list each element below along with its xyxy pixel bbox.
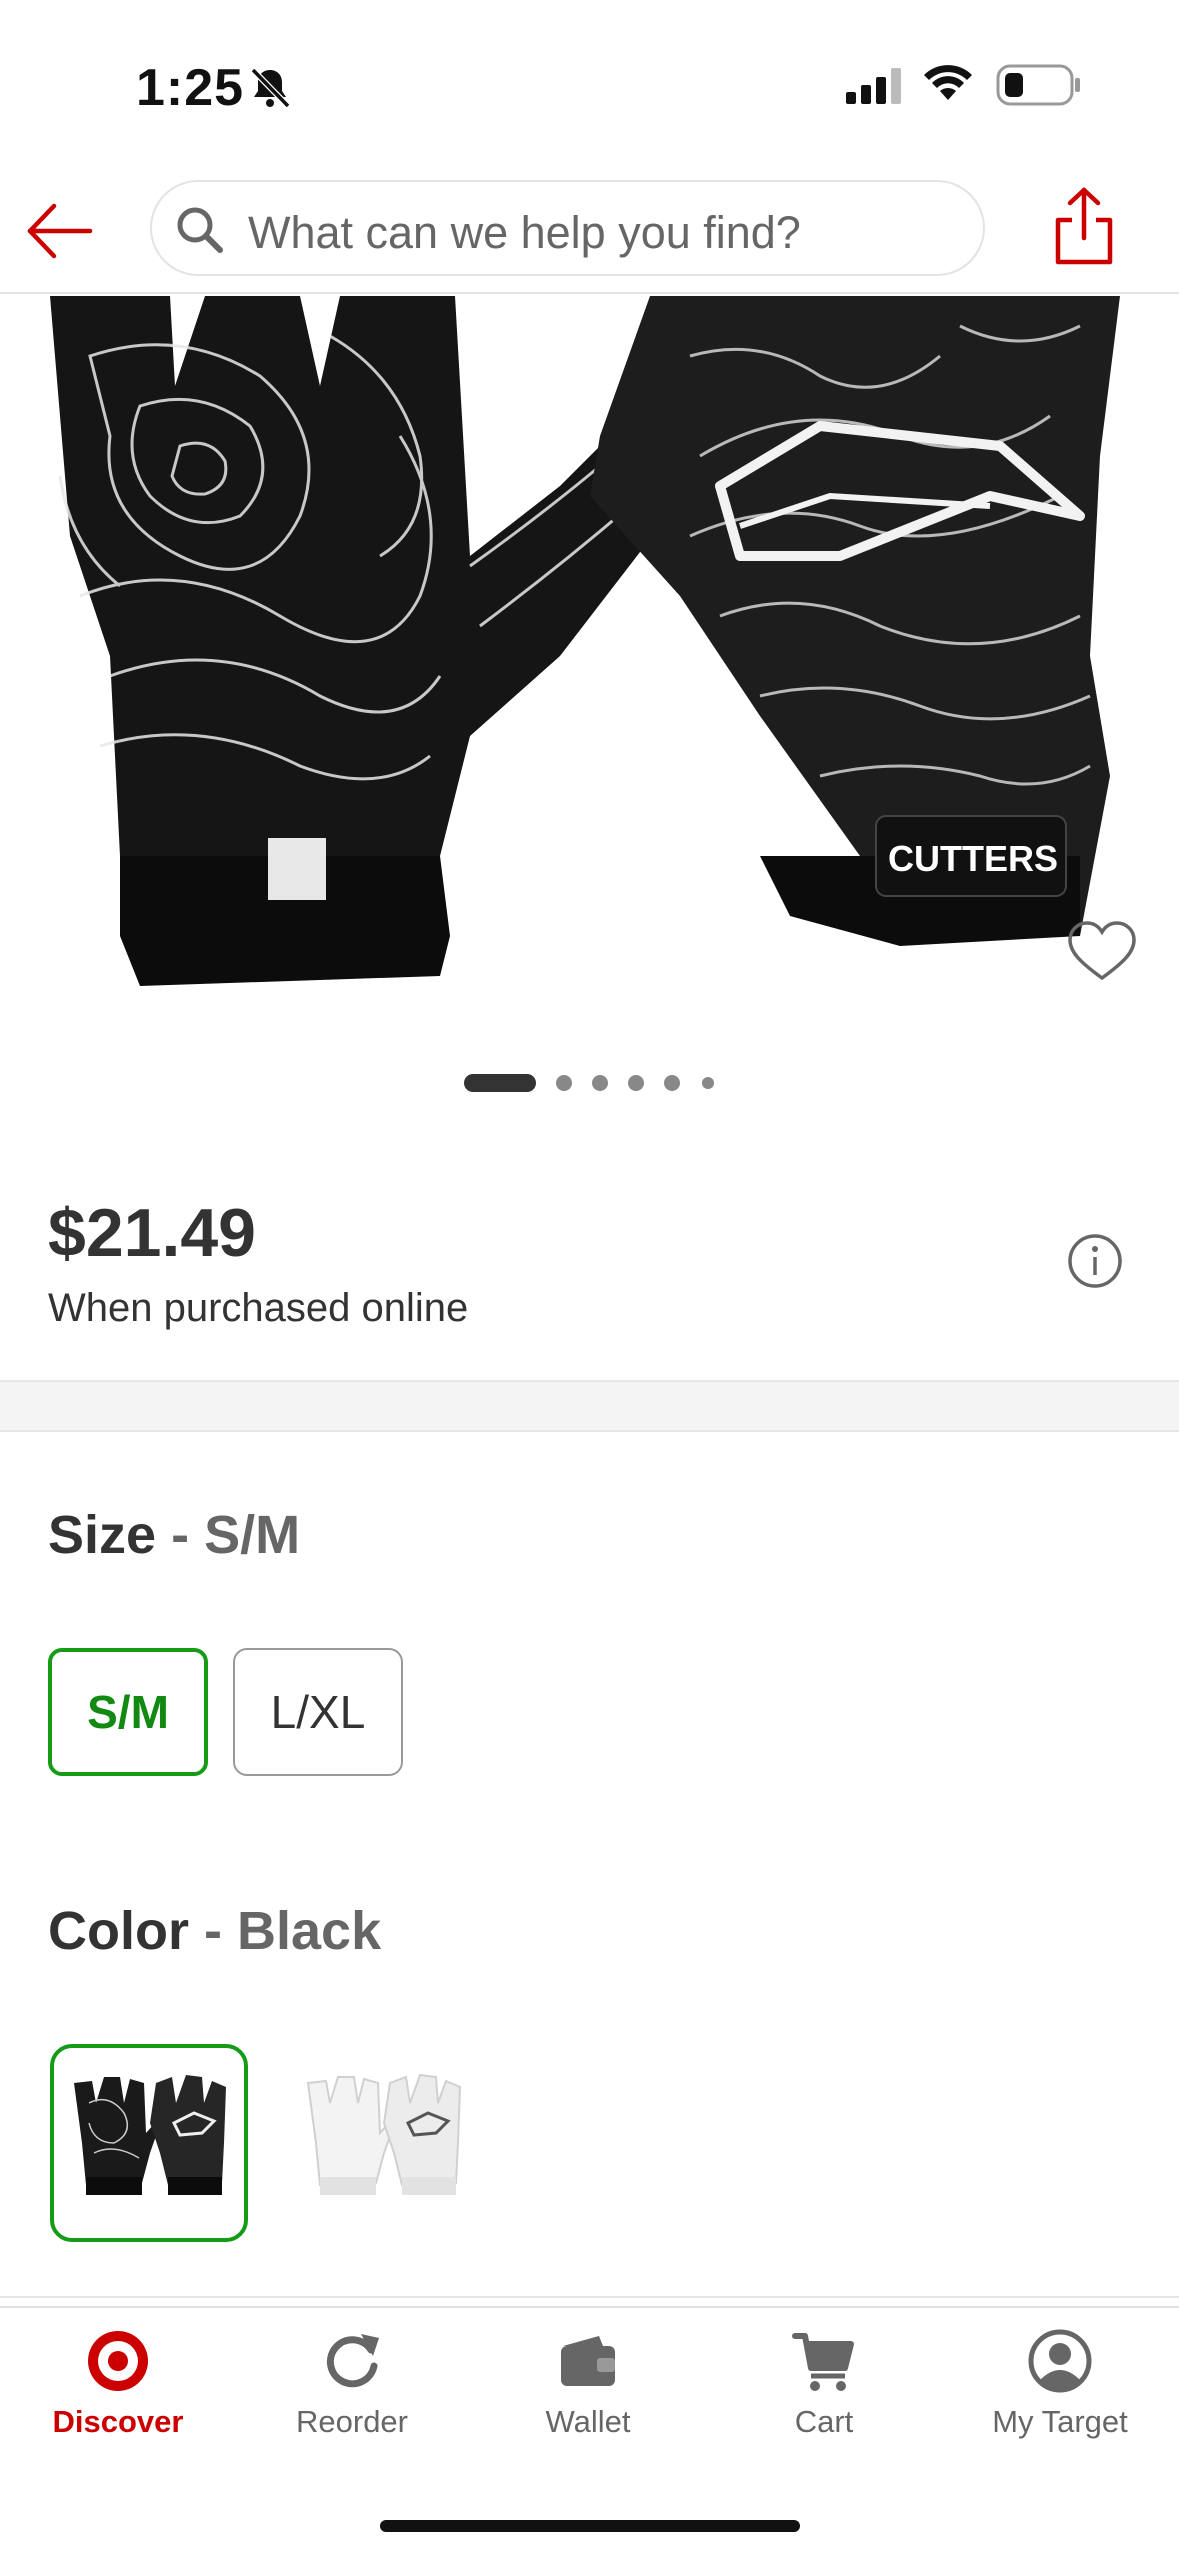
product-price: $21.49 — [48, 1195, 256, 1271]
home-indicator[interactable] — [380, 2520, 800, 2532]
product-image-gloves: CUTTERS — [50, 296, 1120, 986]
status-bar: 1:25 — [0, 0, 1179, 170]
tab-wallet[interactable]: Wallet — [478, 2328, 698, 2488]
tab-discover[interactable]: Discover — [8, 2328, 228, 2488]
pager-dot[interactable] — [664, 1075, 680, 1091]
status-time: 1:25 — [136, 59, 245, 117]
pager-dot[interactable] — [556, 1075, 572, 1091]
pager-dot[interactable] — [628, 1075, 644, 1091]
color-label: Color — [48, 1901, 189, 1961]
size-heading: Size - S/M — [48, 1504, 300, 1566]
profile-icon — [1028, 2329, 1092, 2393]
size-label: Size — [48, 1505, 157, 1565]
bottom-tab-bar: Discover Reorder Wallet Cart My Target — [0, 2306, 1179, 2556]
search-input[interactable]: What can we help you find? — [150, 180, 985, 276]
tab-label: Discover — [52, 2404, 184, 2439]
search-icon — [177, 207, 223, 253]
content-bottom-divider — [0, 2296, 1179, 2298]
tab-label: Reorder — [296, 2404, 408, 2439]
color-swatch-white[interactable] — [284, 2044, 482, 2242]
reorder-icon — [326, 2334, 379, 2388]
tab-reorder[interactable]: Reorder — [242, 2328, 462, 2488]
brand-logo-text: CUTTERS — [888, 838, 1058, 879]
back-arrow-icon[interactable] — [24, 196, 94, 266]
tab-label: Wallet — [545, 2404, 631, 2439]
bell-muted-icon — [250, 67, 291, 109]
wallet-icon — [561, 2336, 615, 2386]
size-option-sm[interactable]: S/M — [48, 1648, 208, 1776]
search-placeholder: What can we help you find? — [248, 207, 801, 258]
tab-label: Cart — [794, 2404, 854, 2439]
tab-cart[interactable]: Cart — [714, 2328, 934, 2488]
color-heading: Color - Black — [48, 1900, 381, 1962]
color-swatch-black[interactable] — [50, 2044, 248, 2242]
cellular-signal-icon — [846, 68, 901, 104]
tab-label: My Target — [992, 2404, 1128, 2439]
top-header: What can we help you find? — [0, 170, 1179, 294]
price-note: When purchased online — [48, 1286, 469, 1330]
wifi-icon — [924, 65, 972, 100]
tab-my-target[interactable]: My Target — [950, 2328, 1170, 2488]
size-option-lxl[interactable]: L/XL — [233, 1648, 403, 1776]
favorite-heart-icon[interactable] — [1066, 920, 1138, 984]
battery-icon — [996, 64, 1080, 106]
white-gloves-thumbnail — [306, 2073, 462, 2195]
target-logo-icon — [88, 2331, 148, 2391]
color-separator: - — [189, 1901, 237, 1961]
pager-dot-active[interactable] — [464, 1074, 536, 1092]
color-selected-value: Black — [237, 1901, 382, 1961]
cart-icon — [792, 2333, 854, 2391]
pager-dot[interactable] — [702, 1077, 714, 1089]
product-image-carousel[interactable]: CUTTERS — [0, 296, 1179, 1036]
size-selected-value: S/M — [204, 1505, 301, 1565]
size-separator: - — [156, 1505, 205, 1565]
share-icon[interactable] — [1050, 186, 1118, 266]
pager-dot[interactable] — [592, 1075, 608, 1091]
section-divider — [0, 1380, 1179, 1432]
black-gloves-thumbnail — [74, 2075, 226, 2195]
info-icon[interactable] — [1066, 1232, 1124, 1290]
